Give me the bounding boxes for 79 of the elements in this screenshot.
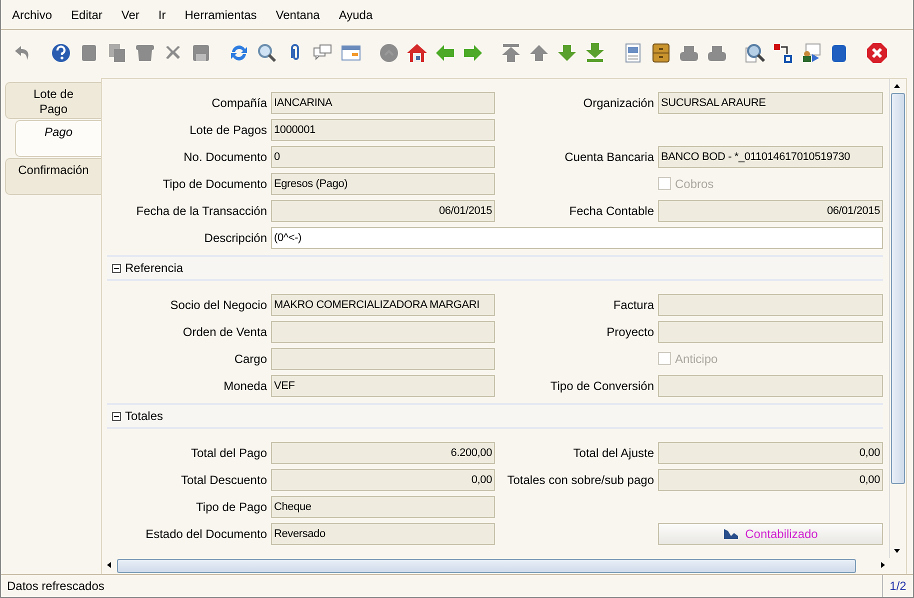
input-field[interactable]: [658, 294, 883, 316]
input-field[interactable]: MAKRO COMERCIALIZADORA MARGARI: [271, 294, 495, 316]
input-field[interactable]: 0,00: [658, 442, 883, 464]
collapse-icon: [112, 264, 121, 272]
field-label: Total Descuento: [180, 472, 268, 486]
section-title: Referencia: [125, 261, 184, 275]
input-field[interactable]: VEF: [271, 374, 495, 396]
search-icon: [256, 42, 278, 64]
field-label: Cuenta Bancaria: [564, 150, 655, 164]
collapse-icon: [112, 412, 121, 420]
section-title: Totales: [125, 409, 164, 423]
field-label: Total del Pago: [190, 446, 268, 460]
field-label: Estado del Documento: [144, 526, 268, 540]
input-field[interactable]: [271, 348, 495, 370]
scroll-arrow-icon[interactable]: [893, 82, 901, 90]
input-field[interactable]: Egresos (Pago): [271, 172, 495, 194]
checkbox-label: Cobros: [675, 176, 714, 190]
input-field[interactable]: Reversado: [271, 522, 495, 544]
field-label: Fecha de la Transacción: [135, 204, 268, 218]
help-icon: [50, 42, 72, 64]
field-label: Lote de Pagos: [188, 122, 268, 136]
field-label: Proyecto: [606, 324, 655, 338]
input-field[interactable]: [658, 320, 883, 342]
tab[interactable]: Lote de Pago: [5, 82, 101, 119]
field-label: Descripción: [203, 230, 268, 244]
field-label: Tipo de Pago: [195, 500, 268, 514]
field-label: No. Documento: [182, 150, 268, 164]
input-field[interactable]: (0^<-): [271, 226, 883, 248]
tab[interactable]: Pago: [15, 120, 101, 157]
menu-item[interactable]: Editar: [68, 8, 106, 22]
magnifier-icon: [744, 42, 766, 64]
menu-item[interactable]: Ir: [155, 8, 170, 22]
field-label: Orden de Venta: [182, 324, 268, 338]
field-label: Fecha Contable: [568, 204, 655, 218]
menu-item[interactable]: Archivo: [9, 8, 56, 22]
field-label: Factura: [612, 298, 655, 312]
field-label: Tipo de Conversión: [549, 378, 655, 392]
menu-item[interactable]: Ventana: [272, 8, 324, 22]
input-field[interactable]: 0,00: [658, 468, 883, 490]
workflow-icon: [772, 42, 794, 64]
field-label: Organización: [582, 96, 655, 110]
input-field[interactable]: IANCARINA: [271, 92, 495, 114]
field-label: Moneda: [222, 378, 268, 392]
home-icon: [406, 42, 428, 64]
input-field[interactable]: [271, 320, 495, 342]
status-button[interactable]: Contabilizado: [658, 522, 883, 544]
last-record-icon: [584, 42, 606, 64]
menu-item[interactable]: Ver: [118, 8, 144, 22]
input-field[interactable]: Cheque: [271, 496, 495, 518]
input-field[interactable]: SUCURSAL ARAURE: [658, 92, 883, 114]
menu-item[interactable]: Ayuda: [336, 8, 377, 22]
record-counter: 1/2: [882, 575, 913, 597]
chart-icon: [723, 528, 740, 540]
scroll-arrow-icon[interactable]: [105, 561, 113, 569]
input-field[interactable]: 1000001: [271, 118, 495, 140]
checkbox-label: Anticipo: [675, 352, 718, 366]
menu-item[interactable]: Herramientas: [182, 8, 261, 22]
copy-icon: [106, 42, 128, 64]
section-header[interactable]: Referencia: [107, 255, 883, 281]
input-field[interactable]: 0,00: [271, 468, 495, 490]
field-label: Total del Ajuste: [572, 446, 655, 460]
field-label: Totales con sobre/sub pago: [506, 472, 655, 486]
field-label: Tipo de Documento: [162, 176, 268, 190]
field-label: Cargo: [233, 352, 268, 366]
status-message: Datos refrescados: [6, 578, 106, 595]
tab[interactable]: Confirmación: [5, 158, 101, 195]
input-field[interactable]: BANCO BOD - *_011014617010519730: [658, 146, 883, 168]
section-header[interactable]: Totales: [107, 403, 883, 429]
field-label: Socio del Negocio: [169, 298, 268, 312]
field-label: Compañía: [210, 96, 268, 110]
vertical-scrollbar[interactable]: [889, 79, 906, 558]
input-field[interactable]: 0: [271, 146, 495, 168]
cabinet-icon: [650, 42, 672, 64]
input-field[interactable]: [658, 374, 883, 396]
input-field[interactable]: 06/01/2015: [271, 200, 495, 222]
close-icon: [866, 42, 888, 64]
first-record-icon: [500, 42, 522, 64]
input-field[interactable]: 6.200,00: [271, 442, 495, 464]
input-field[interactable]: 06/01/2015: [658, 200, 883, 222]
